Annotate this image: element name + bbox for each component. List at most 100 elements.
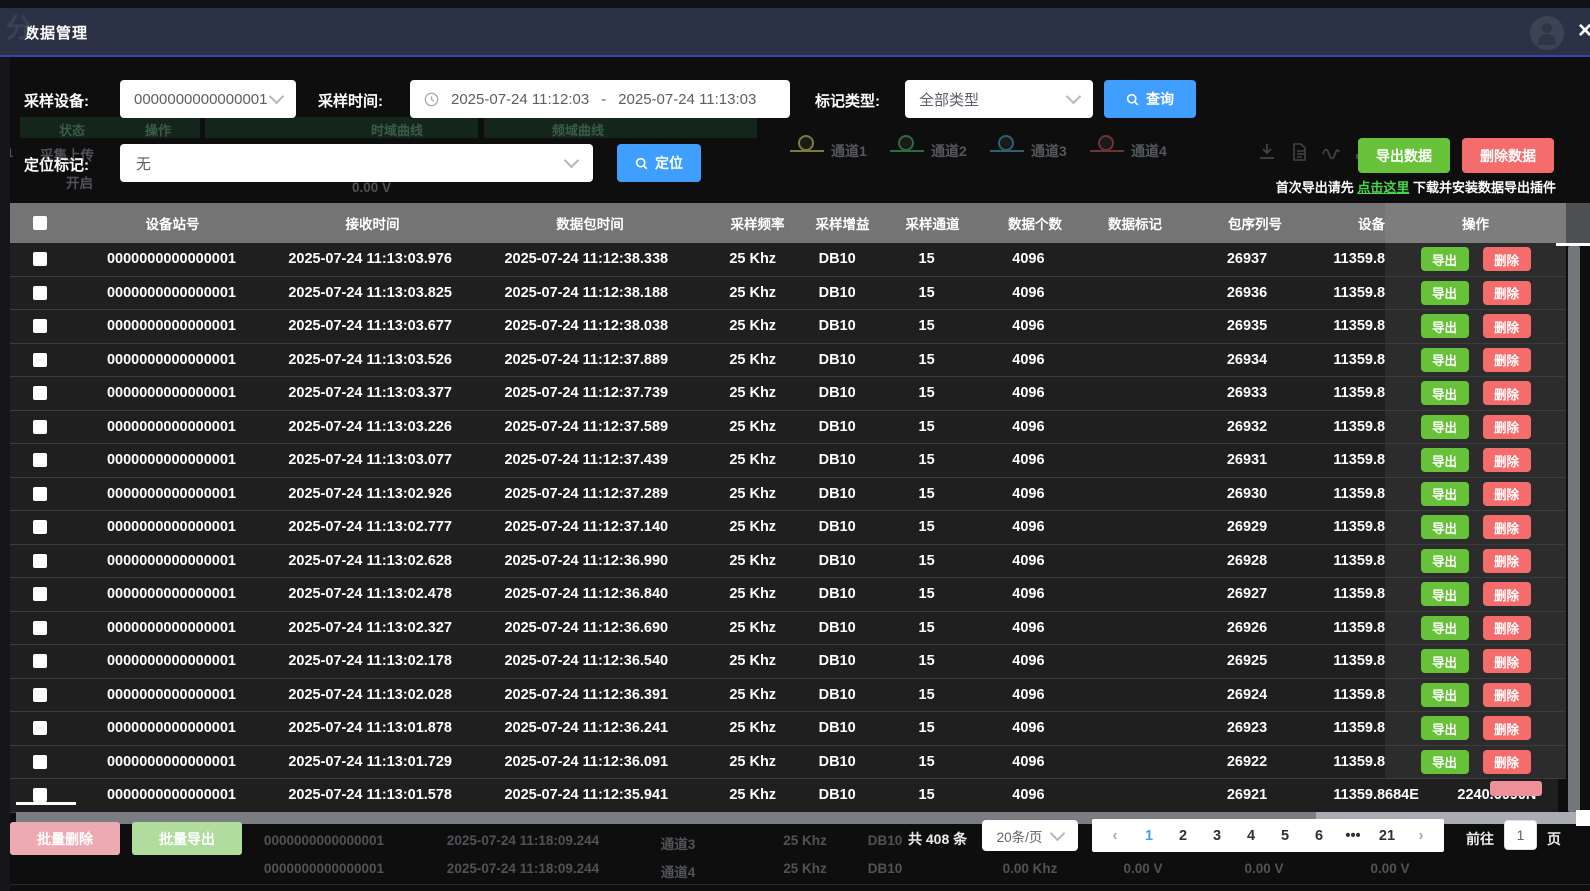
table-cell: 2025-07-24 11:13:01.578 bbox=[273, 779, 467, 812]
row-checkbox[interactable] bbox=[33, 688, 47, 702]
row-checkbox[interactable] bbox=[33, 788, 47, 802]
page-number-button[interactable]: 5 bbox=[1272, 828, 1298, 844]
batch-export-button[interactable]: 批量导出 bbox=[132, 822, 242, 855]
row-checkbox[interactable] bbox=[33, 453, 47, 467]
h-scrollbar-thumb[interactable] bbox=[16, 802, 76, 805]
row-checkbox[interactable] bbox=[33, 353, 47, 367]
table-cell: 2025-07-24 11:13:03.526 bbox=[273, 344, 467, 377]
row-export-button[interactable]: 导出 bbox=[1421, 247, 1469, 271]
table-cell: 2025-07-24 11:12:36.391 bbox=[467, 679, 705, 712]
row-checkbox[interactable] bbox=[33, 487, 47, 501]
legend-dot-icon bbox=[798, 135, 814, 151]
background-cell: DB10 bbox=[868, 833, 903, 848]
table-cell: 25 Khz bbox=[706, 478, 800, 511]
legend-label: 通道1 bbox=[831, 141, 867, 161]
row-export-button[interactable]: 导出 bbox=[1421, 750, 1469, 774]
row-delete-button[interactable]: 删除 bbox=[1483, 314, 1531, 338]
device-select[interactable]: 0000000000000001 bbox=[120, 80, 296, 118]
locate-mark-select[interactable]: 无 bbox=[120, 144, 593, 182]
row-delete-button[interactable]: 删除 bbox=[1483, 482, 1531, 506]
row-checkbox[interactable] bbox=[33, 554, 47, 568]
page-number-button[interactable]: 4 bbox=[1238, 828, 1264, 844]
export-data-button[interactable]: 导出数据 bbox=[1358, 138, 1450, 173]
delete-data-button[interactable]: 删除数据 bbox=[1462, 138, 1554, 173]
page-prev-button[interactable]: ‹ bbox=[1102, 827, 1128, 845]
page-number-button[interactable]: 6 bbox=[1306, 828, 1332, 844]
locate-button[interactable]: 定位 bbox=[617, 144, 701, 182]
table-cell: DB10 bbox=[800, 645, 875, 678]
row-checkbox[interactable] bbox=[33, 721, 47, 735]
row-delete-button[interactable]: 删除 bbox=[1483, 281, 1531, 305]
row-export-button[interactable]: 导出 bbox=[1421, 348, 1469, 372]
page-number-button[interactable]: 2 bbox=[1170, 828, 1196, 844]
table-cell: 26930 bbox=[1177, 478, 1316, 511]
row-delete-button[interactable]: 删除 bbox=[1483, 649, 1531, 673]
row-delete-button[interactable]: 删除 bbox=[1483, 616, 1531, 640]
data-table: 设备站号接收时间数据包时间采样频率采样增益采样通道数据个数数据标记包序列号设备经… bbox=[10, 203, 1590, 824]
query-button[interactable]: 查询 bbox=[1104, 80, 1196, 118]
table-cell: 25 Khz bbox=[706, 243, 800, 276]
row-export-button[interactable]: 导出 bbox=[1421, 448, 1469, 472]
goto-page-input[interactable] bbox=[1504, 820, 1537, 850]
row-export-button[interactable]: 导出 bbox=[1421, 515, 1469, 539]
table-cell bbox=[1078, 377, 1177, 410]
row-delete-button[interactable]: 删除 bbox=[1483, 683, 1531, 707]
row-checkbox[interactable] bbox=[33, 587, 47, 601]
page-next-button[interactable]: › bbox=[1408, 827, 1434, 845]
row-export-button[interactable]: 导出 bbox=[1421, 582, 1469, 606]
select-all-checkbox[interactable] bbox=[33, 216, 47, 230]
page-size-select[interactable]: 20条/页 bbox=[982, 820, 1078, 851]
row-checkbox[interactable] bbox=[33, 621, 47, 635]
channel-legend-item: 通道2 bbox=[890, 141, 967, 161]
mark-type-select[interactable]: 全部类型 bbox=[905, 80, 1093, 118]
table-cell: DB10 bbox=[800, 277, 875, 310]
table-row: 00000000000000012025-07-24 11:13:01.5782… bbox=[10, 779, 1558, 813]
table-cell: 15 bbox=[874, 411, 978, 444]
row-delete-button[interactable]: 删除 bbox=[1483, 247, 1531, 271]
table-cell: 25 Khz bbox=[706, 444, 800, 477]
table-cell: 2025-07-24 11:13:02.777 bbox=[273, 511, 467, 544]
row-checkbox[interactable] bbox=[33, 654, 47, 668]
row-export-button[interactable]: 导出 bbox=[1421, 314, 1469, 338]
row-export-button[interactable]: 导出 bbox=[1421, 281, 1469, 305]
device-label: 采样设备: bbox=[24, 90, 89, 111]
row-delete-button[interactable]: 删除 bbox=[1483, 549, 1531, 573]
row-delete-button[interactable]: 删除 bbox=[1483, 582, 1531, 606]
row-checkbox[interactable] bbox=[33, 520, 47, 534]
operation-cell: 导出删除 bbox=[1385, 243, 1566, 277]
row-delete-button[interactable]: 删除 bbox=[1483, 716, 1531, 740]
page-number-button[interactable]: 21 bbox=[1374, 828, 1400, 844]
time-range-input[interactable]: 2025-07-24 11:12:03 - 2025-07-24 11:13:0… bbox=[410, 80, 790, 118]
row-export-button[interactable]: 导出 bbox=[1421, 616, 1469, 640]
row-checkbox[interactable] bbox=[33, 286, 47, 300]
row-delete-button[interactable]: 删除 bbox=[1483, 515, 1531, 539]
table-row: 00000000000000012025-07-24 11:13:02.9262… bbox=[10, 478, 1558, 512]
page-number-button[interactable]: 3 bbox=[1204, 828, 1230, 844]
row-checkbox[interactable] bbox=[33, 386, 47, 400]
batch-delete-button[interactable]: 批量删除 bbox=[10, 822, 120, 855]
table-cell: DB10 bbox=[800, 511, 875, 544]
close-icon[interactable]: × bbox=[1578, 19, 1590, 43]
row-export-button[interactable]: 导出 bbox=[1421, 549, 1469, 573]
page-number-button[interactable]: 1 bbox=[1136, 828, 1162, 844]
row-delete-button[interactable]: 删除 bbox=[1483, 348, 1531, 372]
row-delete-button[interactable]: 删除 bbox=[1483, 448, 1531, 472]
row-checkbox[interactable] bbox=[33, 420, 47, 434]
vertical-scrollbar[interactable] bbox=[1568, 246, 1580, 812]
row-export-button[interactable]: 导出 bbox=[1421, 683, 1469, 707]
row-checkbox[interactable] bbox=[33, 319, 47, 333]
row-delete-button[interactable]: 删除 bbox=[1483, 415, 1531, 439]
row-export-button[interactable]: 导出 bbox=[1421, 482, 1469, 506]
row-export-button[interactable]: 导出 bbox=[1421, 716, 1469, 740]
row-delete-button[interactable]: 删除 bbox=[1483, 750, 1531, 774]
download-plugin-link[interactable]: 点击这里 bbox=[1357, 180, 1409, 195]
row-export-button[interactable]: 导出 bbox=[1421, 415, 1469, 439]
legend-label: 通道4 bbox=[1131, 141, 1167, 161]
column-header-operation: 操作 bbox=[1385, 203, 1566, 243]
row-delete-button[interactable]: 删除 bbox=[1483, 381, 1531, 405]
row-export-button[interactable]: 导出 bbox=[1421, 381, 1469, 405]
table-cell: 26933 bbox=[1177, 377, 1316, 410]
row-export-button[interactable]: 导出 bbox=[1421, 649, 1469, 673]
row-checkbox[interactable] bbox=[33, 252, 47, 266]
row-checkbox[interactable] bbox=[33, 755, 47, 769]
